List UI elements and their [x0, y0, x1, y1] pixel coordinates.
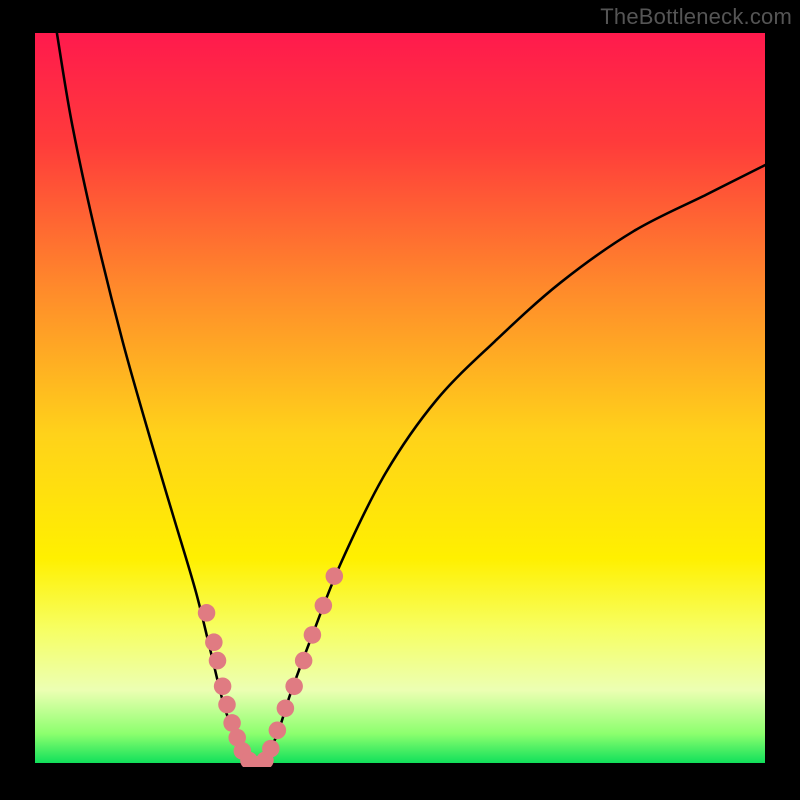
marker-dot: [214, 677, 232, 695]
marker-dot: [262, 740, 280, 758]
marker-dot: [285, 677, 303, 695]
main-curve: [57, 33, 765, 767]
marker-dot: [198, 604, 216, 622]
marker-dot: [315, 597, 333, 615]
marker-dot: [209, 652, 227, 670]
marker-dot: [205, 633, 223, 651]
curve-markers: [198, 567, 343, 767]
marker-dot: [295, 652, 313, 670]
plot-area: [35, 33, 765, 767]
watermark-text: TheBottleneck.com: [600, 4, 792, 30]
curve-layer: [35, 33, 765, 767]
marker-dot: [218, 696, 236, 714]
marker-dot: [269, 721, 287, 739]
marker-dot: [304, 626, 322, 644]
marker-dot: [277, 699, 295, 717]
chart-canvas: TheBottleneck.com: [0, 0, 800, 800]
marker-dot: [326, 567, 344, 585]
